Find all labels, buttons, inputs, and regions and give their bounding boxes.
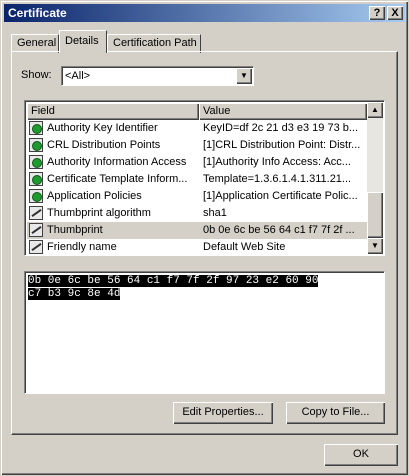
show-label: Show:: [21, 69, 52, 81]
list-item[interactable]: Friendly name Default Web Site: [27, 239, 367, 255]
value-detail-line-2: c7 b3 9c 8e 4d: [28, 288, 121, 300]
list-item[interactable]: Authority Information Access [1]Authority…: [27, 154, 367, 171]
cert-extension-icon: [29, 155, 43, 169]
help-button[interactable]: ?: [369, 6, 385, 20]
show-dropdown-value: <All>: [65, 70, 91, 82]
title-bar[interactable]: Certificate ? X: [4, 4, 405, 22]
fields-list[interactable]: Field Value Authority Key Identifier KeyI…: [24, 100, 385, 256]
scroll-up-icon[interactable]: ▲: [367, 102, 383, 118]
cert-extension-icon: [29, 172, 43, 186]
field-name: Thumbprint: [47, 224, 103, 236]
field-name: Application Policies: [47, 190, 142, 202]
list-header: Field Value: [27, 103, 367, 120]
field-name: Authority Information Access: [47, 156, 187, 168]
certificate-dialog: Certificate ? X General Details Certific…: [0, 0, 409, 476]
cert-property-icon: [29, 223, 43, 237]
list-item[interactable]: CRL Distribution Points [1]CRL Distributi…: [27, 137, 367, 154]
cert-property-icon: [29, 206, 43, 220]
field-value: Template=1.3.6.1.4.1.311.21...: [203, 173, 352, 185]
scroll-thumb[interactable]: [367, 192, 383, 238]
chevron-down-icon[interactable]: ▼: [236, 68, 252, 84]
ok-button[interactable]: OK: [324, 444, 398, 466]
scroll-down-icon[interactable]: ▼: [367, 238, 383, 254]
value-detail-text[interactable]: 0b 0e 6c be 56 64 c1 f7 7f 2f 97 23 e2 6…: [28, 275, 381, 301]
edit-properties-button[interactable]: Edit Properties...: [173, 402, 273, 424]
field-value: sha1: [203, 207, 227, 219]
list-item[interactable]: Authority Key Identifier KeyID=df 2c 21 d…: [27, 120, 367, 137]
cert-extension-icon: [29, 121, 43, 135]
list-item[interactable]: Application Policies [1]Application Certi…: [27, 188, 367, 205]
field-value: KeyID=df 2c 21 d3 e3 19 73 b...: [203, 122, 359, 134]
field-value: [1]Authority Info Access: Acc...: [203, 156, 351, 168]
list-item[interactable]: Thumbprint 0b 0e 6c be 56 64 c1 f7 7f 2f …: [27, 222, 367, 239]
edit-properties-label: Edit Properties...: [182, 406, 264, 418]
field-value: 0b 0e 6c be 56 64 c1 f7 7f 2f ...: [203, 224, 355, 236]
close-button[interactable]: X: [387, 6, 403, 20]
field-name: Thumbprint algorithm: [47, 207, 151, 219]
field-value: [1]Application Certificate Polic...: [203, 190, 358, 202]
column-header-field[interactable]: Field: [27, 103, 199, 120]
cert-extension-icon: [29, 189, 43, 203]
field-name: CRL Distribution Points: [47, 139, 161, 151]
field-name: Authority Key Identifier: [47, 122, 158, 134]
copy-to-file-label: Copy to File...: [301, 406, 370, 418]
field-value: Default Web Site: [203, 241, 286, 253]
window-title: Certificate: [8, 6, 67, 20]
cert-extension-icon: [29, 138, 43, 152]
list-rows: Authority Key Identifier KeyID=df 2c 21 d…: [27, 120, 367, 255]
list-scrollbar[interactable]: ▲ ▼: [367, 102, 383, 254]
copy-to-file-button[interactable]: Copy to File...: [286, 402, 385, 424]
cert-property-icon: [29, 240, 43, 254]
list-item[interactable]: Certificate Template Inform... Template=1…: [27, 171, 367, 188]
show-dropdown[interactable]: <All> ▼: [61, 66, 254, 86]
ok-label: OK: [353, 448, 369, 460]
column-header-value[interactable]: Value: [199, 103, 367, 120]
list-item[interactable]: Thumbprint algorithm sha1: [27, 205, 367, 222]
value-detail-box[interactable]: 0b 0e 6c be 56 64 c1 f7 7f 2f 97 23 e2 6…: [24, 271, 385, 394]
field-name: Friendly name: [47, 241, 117, 253]
value-detail-line-1: 0b 0e 6c be 56 64 c1 f7 7f 2f 97 23 e2 6…: [28, 275, 319, 287]
field-name: Certificate Template Inform...: [47, 173, 188, 185]
tab-details[interactable]: Details: [59, 30, 107, 53]
field-value: [1]CRL Distribution Point: Distr...: [203, 139, 361, 151]
